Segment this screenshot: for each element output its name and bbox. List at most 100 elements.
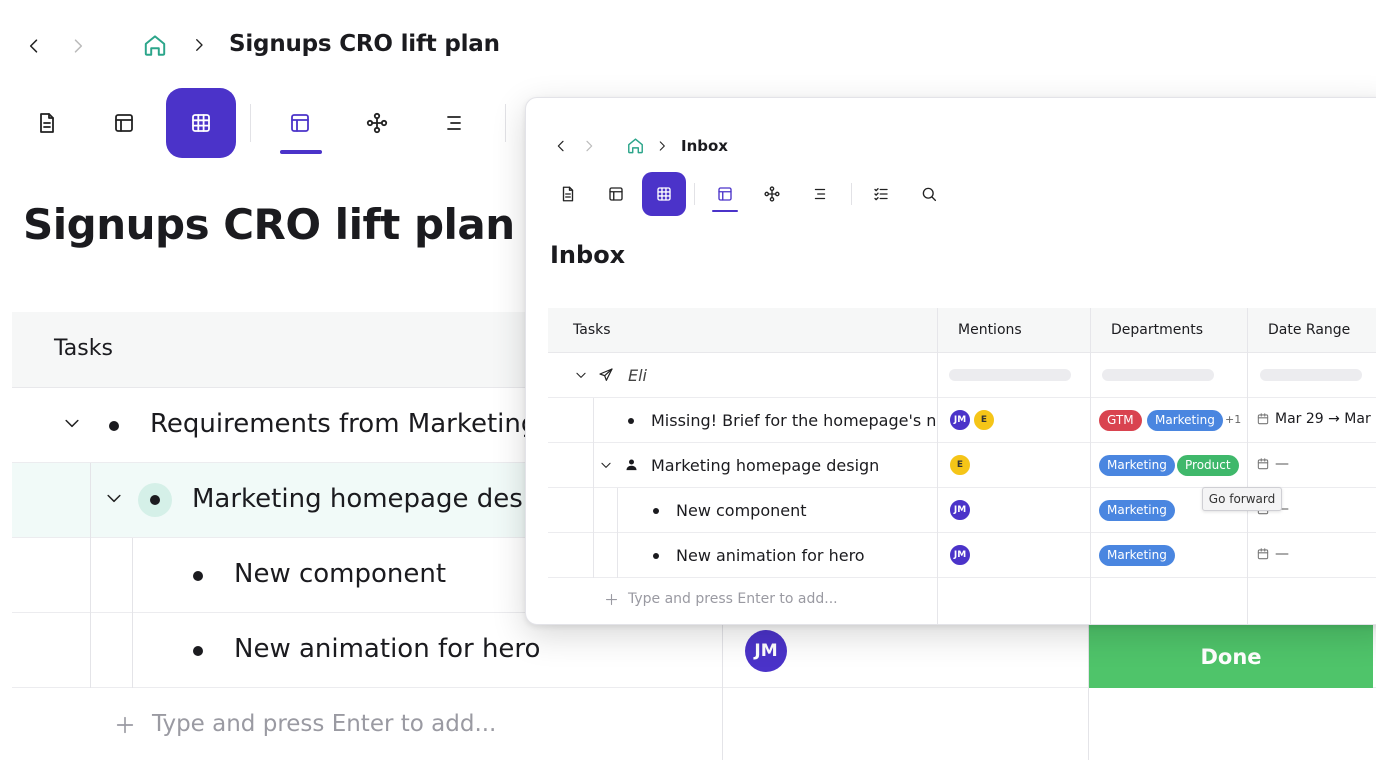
breadcrumb-title[interactable]: Inbox [681,137,728,155]
home-icon[interactable] [141,31,169,59]
inbox-popup-window: Inbox Inbox Tasks Mentions Departments D… [525,97,1376,625]
send-icon [598,367,614,383]
date-range-value[interactable]: Mar 29 → Mar 3 [1275,411,1376,427]
mention-avatar[interactable]: JM [948,498,972,522]
layout-icon [115,114,133,132]
department-tag[interactable]: Marketing [1099,500,1175,521]
date-range-value[interactable]: — [1275,546,1289,562]
more-count[interactable]: +1 [1225,413,1241,426]
task-label[interactable]: Missing! Brief for the homepage's nev [651,411,937,430]
grid-view-button[interactable] [166,88,236,158]
department-tag[interactable]: Marketing [1099,545,1175,566]
add-task-input[interactable]: Type and press Enter to add... [628,591,838,607]
tree-line [132,613,133,688]
task-label[interactable]: New animation for hero [234,634,540,664]
tree-line [617,533,618,578]
document-icon [40,113,54,133]
list-view-button[interactable] [798,172,842,216]
group-row[interactable]: Eli [548,353,1376,398]
task-label[interactable]: Marketing homepage design [651,456,879,475]
task-label[interactable]: New component [234,559,446,589]
grid-icon [192,114,210,132]
bullet-icon [653,553,659,559]
table-row[interactable]: Marketing homepage design E Marketing Pr… [548,443,1376,488]
layout-view-button[interactable] [594,172,638,216]
column-divider [722,688,723,760]
column-header-tasks[interactable]: Tasks [54,336,113,361]
tree-line [617,488,618,533]
chevron-down-icon[interactable] [104,488,124,508]
column-header-mentions[interactable]: Mentions [958,322,1022,338]
toolbar-divider [250,104,251,142]
checklist-icon [874,188,888,201]
chevron-down-icon[interactable] [574,368,588,382]
forward-arrow-icon[interactable] [66,34,90,58]
add-task-input[interactable]: Type and press Enter to add... [152,711,496,737]
layout-view-button[interactable] [89,88,159,158]
plus-icon[interactable] [604,592,619,607]
page-title: Inbox [550,241,626,269]
chevron-down-icon[interactable] [62,413,82,433]
bullet-icon [193,646,203,656]
mention-avatar[interactable]: JM [948,408,972,432]
task-label[interactable]: Requirements from Marketing [150,409,537,439]
column-divider [1247,578,1248,624]
mention-avatar[interactable]: E [972,408,996,432]
document-view-button[interactable] [12,88,82,158]
calendar-icon [1256,457,1270,471]
document-view-button[interactable] [546,172,590,216]
chevron-right-icon [655,139,669,153]
tree-line [593,533,594,578]
workflow-view-button[interactable] [342,88,412,158]
bullet-icon [193,571,203,581]
breadcrumb-title[interactable]: Signups CRO lift plan [229,31,500,57]
workflow-view-button[interactable] [750,172,794,216]
table-icon [718,187,732,201]
mention-avatar[interactable]: JM [948,543,972,567]
task-label[interactable]: Marketing homepage desi [192,484,530,514]
active-view-indicator [712,210,738,212]
toolbar-divider [505,104,506,142]
assignee-avatar[interactable]: JM [745,630,787,672]
grid-view-button[interactable] [642,172,686,216]
chevron-down-icon[interactable] [599,458,613,472]
column-divider [1090,578,1091,624]
date-range-value[interactable]: — [1275,456,1289,472]
department-tag[interactable]: GTM [1099,410,1142,431]
chevron-right-icon [189,35,209,55]
list-view-button[interactable] [419,88,489,158]
table-row[interactable]: Missing! Brief for the homepage's nev JM… [548,398,1376,443]
grid-icon [657,187,671,201]
department-tag[interactable]: Marketing [1147,410,1223,431]
task-label[interactable]: New animation for hero [676,546,865,565]
column-divider [1088,688,1089,760]
table-row[interactable]: New animation for hero JM Marketing — [548,533,1376,578]
department-tag[interactable]: Marketing [1099,455,1175,476]
calendar-icon [1256,412,1270,426]
tree-line [593,488,594,533]
forward-arrow-icon[interactable] [581,138,597,154]
tree-line [90,613,91,688]
bullet-icon [109,421,119,431]
toolbar-divider [694,183,695,205]
back-arrow-icon[interactable] [553,138,569,154]
task-label[interactable]: New component [676,501,807,520]
table-view-button[interactable] [265,88,335,158]
home-icon[interactable] [626,136,645,155]
column-header-date-range[interactable]: Date Range [1268,322,1350,338]
bullet-icon [653,508,659,514]
checklist-button[interactable] [859,172,903,216]
plus-icon[interactable] [114,714,136,736]
status-done-cell[interactable]: Done [1089,625,1373,688]
column-header-departments[interactable]: Departments [1111,322,1203,338]
department-tag[interactable]: Product [1177,455,1239,476]
active-view-indicator [280,150,322,154]
back-arrow-icon[interactable] [22,34,46,58]
column-header-tasks[interactable]: Tasks [573,322,611,338]
workflow-icon [764,186,780,202]
skeleton-placeholder [949,369,1071,381]
search-button[interactable] [907,172,951,216]
table-header: Tasks Mentions Departments Date Range [548,308,1376,353]
mention-avatar[interactable]: E [948,453,972,477]
skeleton-placeholder [1102,369,1214,381]
